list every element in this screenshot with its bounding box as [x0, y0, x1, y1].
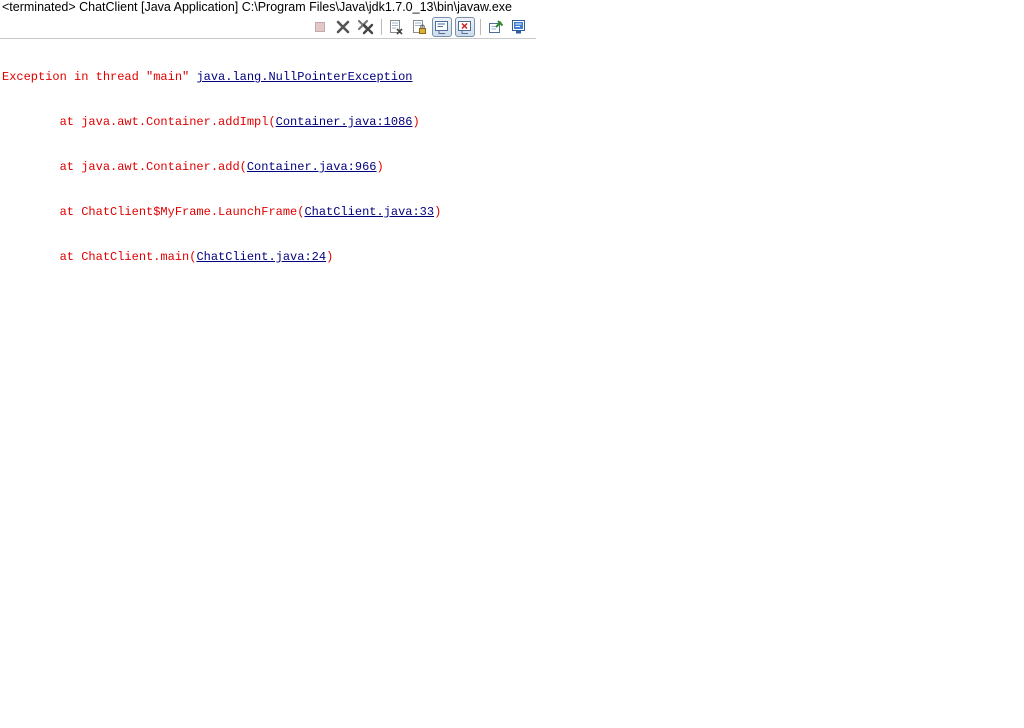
- line-suffix: ): [326, 250, 334, 264]
- pin-console-icon: [489, 20, 504, 33]
- terminate-icon: [315, 22, 325, 32]
- console-title: <terminated> ChatClient [Java Applicatio…: [2, 0, 512, 14]
- stack-trace-line: at ChatClient$MyFrame.LaunchFrame(ChatCl…: [2, 205, 442, 220]
- remove-launch-icon: [336, 20, 350, 34]
- source-link[interactable]: ChatClient.java:33: [304, 205, 434, 219]
- console-output[interactable]: Exception in thread "main" java.lang.Nul…: [2, 40, 441, 280]
- scroll-lock-button[interactable]: [409, 17, 429, 37]
- line-suffix: ): [376, 160, 384, 174]
- show-console-on-stderr-button[interactable]: [455, 17, 475, 37]
- source-link[interactable]: ChatClient.java:24: [196, 250, 326, 264]
- line-text: at java.awt.Container.addImpl(: [2, 115, 276, 129]
- clear-console-icon: [390, 20, 403, 35]
- exception-link[interactable]: java.lang.NullPointerException: [196, 70, 412, 84]
- display-selected-console-icon: [512, 20, 525, 34]
- scroll-lock-icon: [413, 20, 426, 34]
- stack-trace-line: Exception in thread "main" java.lang.Nul…: [2, 70, 441, 85]
- stack-trace-line: at java.awt.Container.addImpl(Container.…: [2, 115, 441, 130]
- line-suffix: ): [412, 115, 420, 129]
- line-text: at ChatClient.main(: [2, 250, 197, 264]
- show-console-on-stdout-icon: [435, 21, 448, 34]
- line-text: at ChatClient$MyFrame.LaunchFrame(: [2, 205, 305, 219]
- toolbar-divider: [0, 38, 536, 39]
- remove-all-terminated-icon: [358, 19, 374, 35]
- stack-trace-line: at ChatClient.main(ChatClient.java:24): [2, 250, 441, 265]
- line-text: Exception in thread "main": [2, 70, 197, 84]
- terminate-button[interactable]: [310, 17, 330, 37]
- toolbar-separator: [480, 19, 481, 35]
- display-selected-console-button[interactable]: [509, 17, 529, 37]
- toolbar-separator: [381, 19, 382, 35]
- source-link[interactable]: Container.java:1086: [276, 115, 413, 129]
- source-link[interactable]: Container.java:966: [247, 160, 377, 174]
- stack-trace-line: at java.awt.Container.add(Container.java…: [2, 160, 441, 175]
- line-suffix: ): [434, 205, 442, 219]
- clear-console-button[interactable]: [386, 17, 406, 37]
- show-console-on-stdout-button[interactable]: [432, 17, 452, 37]
- show-console-on-stderr-icon: [458, 21, 471, 34]
- pin-console-button[interactable]: [486, 17, 506, 37]
- remove-all-terminated-button[interactable]: [356, 17, 376, 37]
- console-view: <terminated> ChatClient [Java Applicatio…: [0, 0, 536, 40]
- line-text: at java.awt.Container.add(: [2, 160, 247, 174]
- remove-launch-button[interactable]: [333, 17, 353, 37]
- console-toolbar: [0, 16, 536, 38]
